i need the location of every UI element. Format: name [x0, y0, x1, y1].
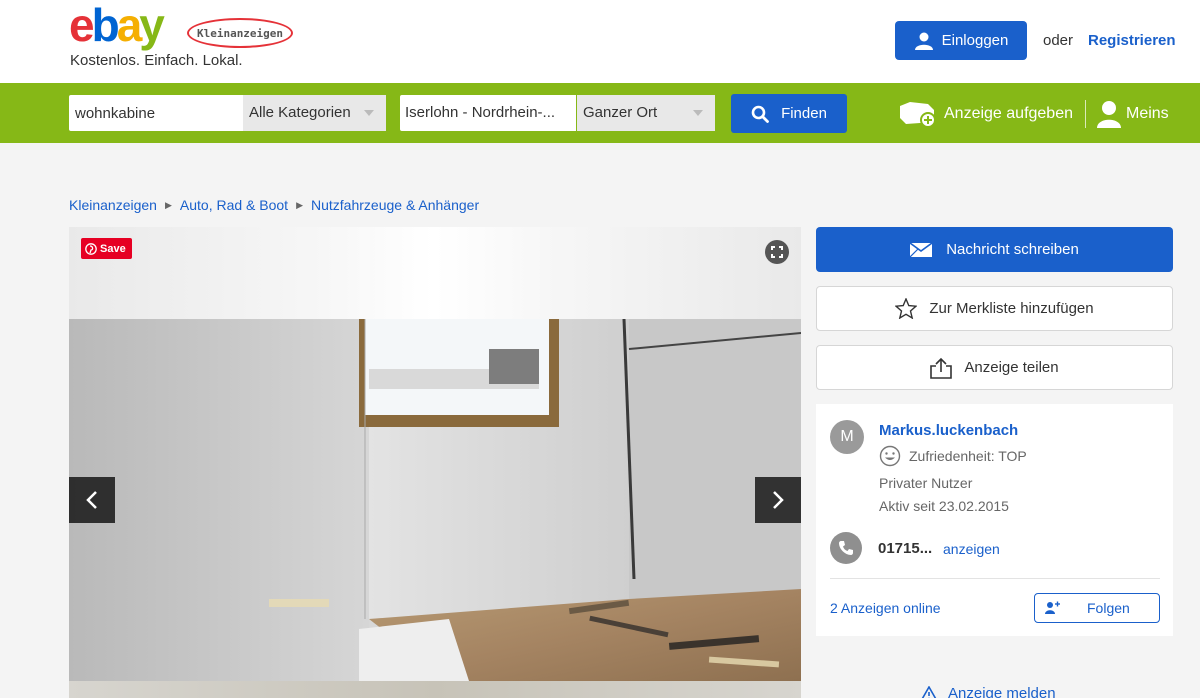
envelope-icon [910, 242, 933, 257]
find-button[interactable]: Finden [731, 94, 847, 133]
login-button[interactable]: Einloggen [895, 21, 1027, 60]
user-icon [914, 32, 934, 50]
share-ad-label: Anzeige teilen [964, 359, 1059, 376]
seller-satisfaction-label: Zufriedenheit: TOP [909, 448, 1027, 464]
chevron-down-icon [364, 110, 374, 116]
search-bar: Alle Kategorien Iserlohn - Nordrhein-...… [0, 83, 1200, 143]
star-icon [895, 298, 918, 319]
phone-number: 01715... [878, 540, 933, 557]
post-ad-label: Anzeige aufgeben [944, 105, 1073, 122]
card-divider [830, 578, 1160, 579]
next-image-button[interactable] [755, 477, 801, 523]
my-account-link[interactable]: Meins [1096, 99, 1169, 129]
post-ad-icon [900, 102, 936, 128]
avatar: M [830, 420, 864, 454]
previous-image-button[interactable] [69, 477, 115, 523]
seller-satisfaction: Zufriedenheit: TOP [879, 445, 1027, 467]
seller-ads-link[interactable]: 2 Anzeigen online [830, 600, 941, 616]
category-select[interactable]: Alle Kategorien [243, 95, 386, 131]
show-phone-link[interactable]: anzeigen [943, 541, 1000, 557]
or-text: oder [1043, 32, 1074, 49]
find-label: Finden [781, 105, 827, 122]
tagline: Kostenlos. Einfach. Lokal. [70, 52, 243, 69]
smiley-icon [879, 445, 901, 467]
follow-button[interactable]: Folgen [1034, 593, 1160, 623]
seller-type: Privater Nutzer [879, 475, 973, 491]
header-divider [1085, 100, 1086, 128]
top-header: ebay Kleinanzeigen Kostenlos. Einfach. L… [0, 0, 1200, 83]
chevron-down-icon [693, 110, 703, 116]
post-ad-button[interactable]: Anzeige aufgeben [898, 99, 1073, 129]
seller-name-link[interactable]: Markus.luckenbach [879, 422, 1018, 439]
search-icon [751, 105, 769, 123]
gallery-thumbnail-strip [69, 681, 801, 698]
register-link[interactable]: Registrieren [1088, 32, 1176, 49]
gallery-backdrop [69, 227, 801, 319]
radius-select-value: Ganzer Ort [583, 104, 658, 121]
listing-photo[interactable] [69, 319, 801, 681]
image-gallery: Save [69, 227, 801, 698]
category-select-value: Alle Kategorien [249, 104, 351, 121]
breadcrumb-item[interactable]: Auto, Rad & Boot [180, 197, 288, 213]
my-account-label: Meins [1126, 105, 1169, 122]
add-to-watchlist-button[interactable]: Zur Merkliste hinzufügen [816, 286, 1173, 331]
pinterest-icon [85, 242, 97, 255]
report-ad-label: Anzeige melden [948, 685, 1056, 698]
fullscreen-icon[interactable] [765, 240, 789, 264]
location-input[interactable]: Iserlohn - Nordrhein-... [400, 95, 576, 131]
seller-card: M Markus.luckenbach Zufriedenheit: TOP P… [816, 404, 1173, 636]
breadcrumb-item[interactable]: Nutzfahrzeuge & Anhänger [311, 197, 479, 213]
chevron-right-icon [773, 491, 784, 509]
user-icon [1097, 101, 1121, 128]
add-user-icon [1045, 601, 1060, 614]
report-ad-link[interactable]: Anzeige melden [920, 685, 1056, 698]
kleinanzeigen-badge: Kleinanzeigen [187, 18, 293, 48]
breadcrumb-item[interactable]: Kleinanzeigen [69, 197, 157, 213]
add-to-watchlist-label: Zur Merkliste hinzufügen [929, 300, 1094, 317]
search-input[interactable] [69, 95, 243, 131]
write-message-label: Nachricht schreiben [946, 241, 1079, 258]
share-ad-button[interactable]: Anzeige teilen [816, 345, 1173, 390]
pinterest-save-button[interactable]: Save [81, 238, 132, 259]
follow-label: Folgen [1087, 600, 1130, 616]
chevron-left-icon [86, 491, 97, 509]
write-message-button[interactable]: Nachricht schreiben [816, 227, 1173, 272]
ebay-kleinanzeigen-logo[interactable]: ebay Kleinanzeigen [69, 0, 299, 50]
warning-icon [921, 685, 937, 698]
login-label: Einloggen [941, 32, 1009, 49]
seller-active-since: Aktiv seit 23.02.2015 [879, 498, 1009, 514]
pinterest-save-label: Save [100, 242, 126, 255]
breadcrumb: Kleinanzeigen ▶ Auto, Rad & Boot ▶ Nutzf… [69, 197, 479, 213]
share-icon [930, 357, 953, 379]
ebay-wordmark: ebay [69, 0, 165, 51]
breadcrumb-separator-icon: ▶ [164, 199, 172, 210]
phone-icon [830, 532, 862, 564]
radius-select[interactable]: Ganzer Ort [577, 95, 715, 131]
breadcrumb-separator-icon: ▶ [296, 199, 303, 210]
